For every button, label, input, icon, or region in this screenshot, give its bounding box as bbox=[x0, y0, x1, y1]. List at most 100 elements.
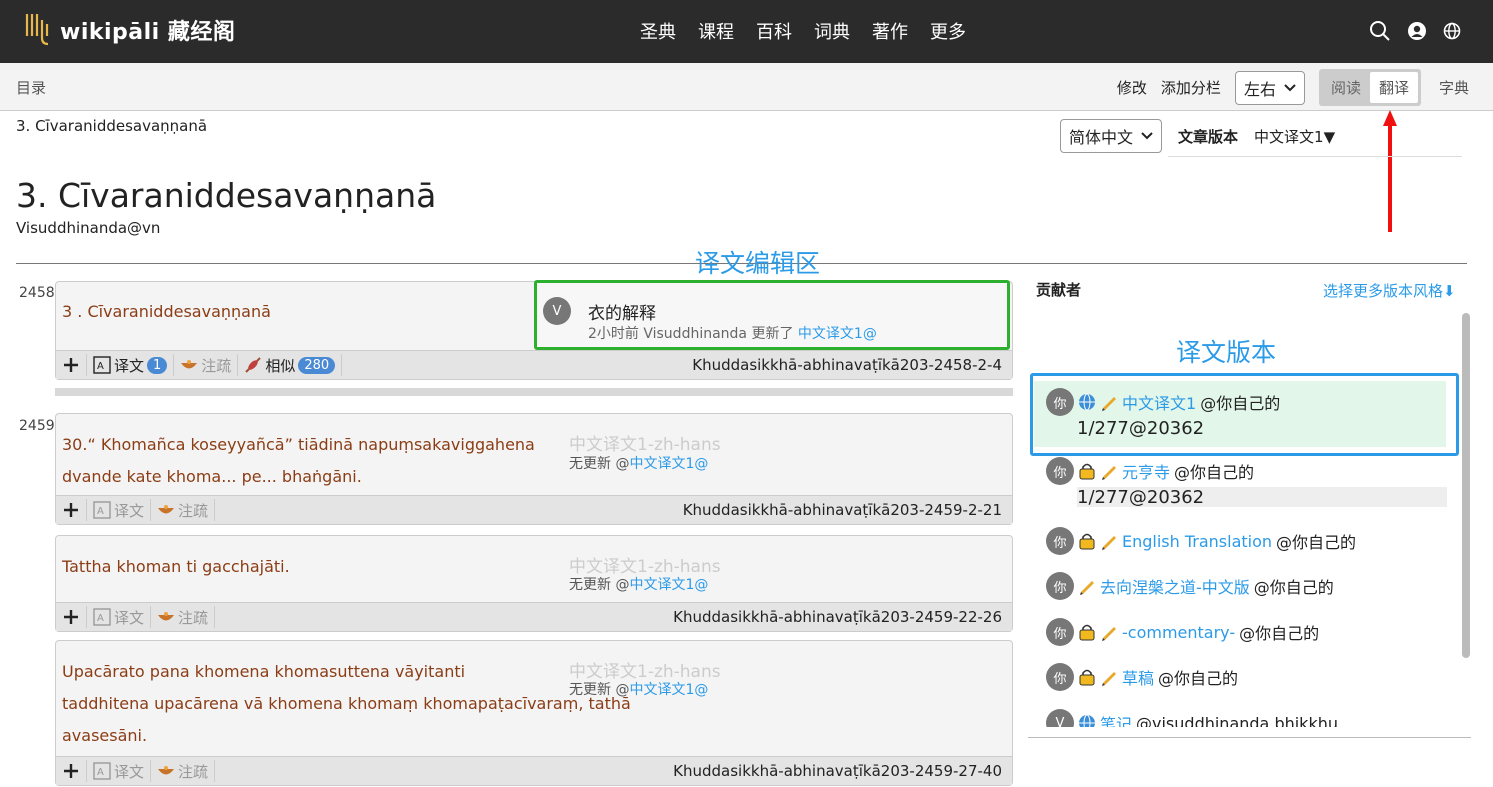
pali-text[interactable]: Tattha khoman ti gacchajāti. bbox=[62, 551, 290, 583]
version-item[interactable]: 你 元亨寺 @你自己的 bbox=[1046, 457, 1254, 485]
more-version-styles-link[interactable]: 选择更多版本风格⬇ bbox=[1323, 280, 1456, 301]
pencil-icon bbox=[1080, 581, 1094, 595]
add-button[interactable] bbox=[56, 499, 87, 521]
commentary-button[interactable]: 注疏 bbox=[151, 760, 216, 782]
translation-version-link[interactable]: 中文译文1@ bbox=[629, 577, 708, 593]
plus-icon bbox=[64, 764, 78, 778]
logo[interactable]: wikipāli 藏经阁 bbox=[24, 12, 235, 48]
commentary-button[interactable]: 注疏 bbox=[151, 499, 216, 521]
translation-count-badge: 1 bbox=[147, 356, 168, 374]
mode-read-tab[interactable]: 阅读 bbox=[1322, 72, 1370, 103]
version-label: 文章版本 bbox=[1178, 127, 1239, 146]
translation-button[interactable]: A 译文 1 bbox=[87, 354, 175, 376]
commentary-label: 注疏 bbox=[178, 608, 209, 627]
similar-label: 相似 bbox=[265, 356, 296, 375]
pali-text[interactable]: dvande kate khoma... pe... bhaṅgāni. bbox=[62, 461, 362, 493]
user-icon[interactable] bbox=[1407, 21, 1427, 41]
breadcrumb: 3. Cīvaraniddesavaṇṇanā bbox=[16, 117, 208, 135]
version-owner: @你自己的 bbox=[1253, 578, 1334, 597]
paragraph-number: 2459 bbox=[19, 418, 55, 434]
version-item[interactable]: 你 English Translation @你自己的 bbox=[1046, 527, 1356, 555]
globe-icon[interactable] bbox=[1443, 22, 1461, 40]
language-select[interactable]: 简体中文 bbox=[1060, 119, 1163, 153]
lamp-icon bbox=[158, 766, 175, 775]
version-item[interactable]: 你 -commentary- @你自己的 bbox=[1046, 618, 1319, 646]
commentary-button[interactable]: 注疏 bbox=[174, 354, 239, 376]
pali-text[interactable]: 30.“ Khomañca koseyyañcā” tiādinā napuṃs… bbox=[62, 429, 535, 461]
version-name-link[interactable]: 笔记 bbox=[1100, 711, 1132, 727]
sentence-toolbar: A 译文 1 注疏 相似 280 Khuddasikkhā-abhinavaṭīkā2… bbox=[56, 350, 1012, 379]
version-owner: @你自己的 bbox=[1276, 533, 1357, 552]
nav-item-works[interactable]: 著作 bbox=[872, 18, 908, 44]
divider bbox=[1168, 156, 1462, 157]
lamp-icon bbox=[158, 612, 175, 621]
add-button[interactable] bbox=[56, 760, 87, 782]
sentence-ref: Khuddasikkhā-abhinavaṭīkā203-2459-2-21 bbox=[682, 501, 1002, 519]
version-item[interactable]: 你 中文译文1 @你自己的 bbox=[1046, 388, 1280, 416]
sentence-ref: Khuddasikkhā-abhinavaṭīkā203-2458-2-4 bbox=[692, 356, 1002, 374]
add-column-button[interactable]: 添加分栏 bbox=[1161, 77, 1221, 98]
translation-placeholder[interactable]: 中文译文1-zh-hans bbox=[569, 430, 721, 455]
version-name-link[interactable]: English Translation bbox=[1122, 532, 1272, 551]
translation-label: 译文 bbox=[114, 762, 145, 781]
top-navbar: wikipāli 藏经阁 圣典 课程 百科 词典 著作 更多 bbox=[0, 0, 1493, 63]
pali-text[interactable]: avasesāni. bbox=[62, 720, 147, 752]
translation-version-link[interactable]: 中文译文1@ bbox=[798, 326, 877, 342]
commentary-label: 注疏 bbox=[201, 356, 232, 375]
version-owner: @你自己的 bbox=[1174, 463, 1255, 482]
version-name-link[interactable]: 草稿 bbox=[1122, 665, 1154, 689]
translation-label: 译文 bbox=[114, 501, 145, 520]
version-item[interactable]: 你 草稿 @你自己的 bbox=[1046, 663, 1238, 691]
pencil-icon bbox=[1102, 466, 1116, 480]
dict-button[interactable]: 字典 bbox=[1439, 77, 1469, 98]
pali-text[interactable]: Upacārato pana khomena khomasuttena vāyi… bbox=[62, 656, 465, 688]
toc-button[interactable]: 目录 bbox=[16, 77, 46, 98]
version-item[interactable]: V 笔记 @visuddhinanda bhikkhu bbox=[1046, 709, 1338, 727]
commentary-button[interactable]: 注疏 bbox=[151, 606, 216, 628]
version-dropdown[interactable]: 中文译文1▼ bbox=[1254, 126, 1335, 147]
add-button[interactable] bbox=[56, 606, 87, 628]
nav-item-wiki[interactable]: 百科 bbox=[756, 18, 792, 44]
search-icon[interactable] bbox=[1369, 20, 1391, 42]
translation-edit-area[interactable]: V 衣的解释 2小时前 Visuddhinanda 更新了 中文译文1@ bbox=[534, 280, 1010, 350]
similar-button[interactable]: 相似 280 bbox=[238, 354, 343, 376]
translation-button[interactable]: A 译文 bbox=[87, 606, 152, 628]
edit-button[interactable]: 修改 bbox=[1117, 77, 1147, 98]
translation-text[interactable]: 衣的解释 bbox=[588, 299, 656, 324]
pencil-icon bbox=[1102, 536, 1116, 550]
language-value: 简体中文 bbox=[1069, 128, 1134, 147]
commentary-label: 注疏 bbox=[178, 501, 209, 520]
nav-item-course[interactable]: 课程 bbox=[698, 18, 734, 44]
sentence-ref: Khuddasikkhā-abhinavaṭīkā203-2459-27-40 bbox=[673, 762, 1002, 780]
translation-status-text: 无更新 @ bbox=[569, 577, 630, 593]
version-name-link[interactable]: 中文译文1 bbox=[1122, 390, 1196, 414]
translation-button[interactable]: A 译文 bbox=[87, 760, 152, 782]
version-item[interactable]: 你 去向涅槃之道-中文版 @你自己的 bbox=[1046, 572, 1334, 600]
translation-version-link[interactable]: 中文译文1@ bbox=[629, 682, 708, 698]
layout-select[interactable]: 左右 bbox=[1234, 70, 1305, 105]
annotation-versions: 译文版本 bbox=[1176, 338, 1277, 367]
version-name-link[interactable]: -commentary- bbox=[1122, 623, 1235, 642]
avatar: 你 bbox=[1046, 572, 1074, 600]
translation-button[interactable]: A 译文 bbox=[87, 499, 152, 521]
translate-icon: A bbox=[93, 608, 111, 626]
annotation-edit-area: 译文编辑区 bbox=[695, 249, 821, 278]
version-name-link[interactable]: 去向涅槃之道-中文版 bbox=[1100, 574, 1250, 598]
translation-status: 无更新 @中文译文1@ bbox=[569, 679, 708, 699]
translate-icon: A bbox=[93, 762, 111, 780]
pali-text[interactable]: taddhitena upacārena vā khomena khomaṃ k… bbox=[62, 688, 631, 720]
nav-item-canon[interactable]: 圣典 bbox=[640, 18, 676, 44]
translation-label: 译文 bbox=[114, 356, 145, 375]
globe-icon bbox=[1079, 393, 1095, 411]
avatar: 你 bbox=[1046, 457, 1074, 485]
pali-text[interactable]: 3 . Cīvaraniddesavaṇṇanā bbox=[62, 296, 271, 328]
nav-item-dict[interactable]: 词典 bbox=[814, 18, 850, 44]
scrollbar[interactable] bbox=[1462, 313, 1470, 658]
paragraph-number: 2458 bbox=[19, 285, 55, 301]
mode-translate-tab[interactable]: 翻译 bbox=[1369, 72, 1418, 103]
lock-icon bbox=[1079, 669, 1095, 686]
add-button[interactable] bbox=[56, 354, 87, 376]
version-name-link[interactable]: 元亨寺 bbox=[1122, 459, 1170, 483]
translation-version-link[interactable]: 中文译文1@ bbox=[629, 456, 708, 472]
nav-item-more[interactable]: 更多 bbox=[930, 18, 966, 44]
